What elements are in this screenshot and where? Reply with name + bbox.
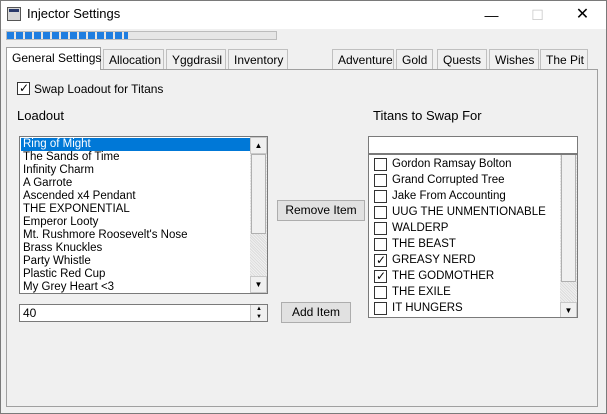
swap-loadout-label: Swap Loadout for Titans: [34, 81, 164, 96]
tab-yggdrasil[interactable]: Yggdrasil: [166, 49, 226, 69]
titan-checkbox[interactable]: [374, 301, 387, 315]
titan-name: THE BEAST: [392, 238, 456, 250]
titans-scroll-down-icon[interactable]: ▼: [560, 302, 577, 317]
loadout-list-item[interactable]: The Sands of Time: [21, 151, 250, 164]
titan-checkbox[interactable]: [374, 205, 387, 219]
close-button[interactable]: ✕: [560, 1, 605, 29]
loadout-list-item[interactable]: Ascended x4 Pendant: [21, 190, 250, 203]
scroll-down-icon[interactable]: ▼: [250, 276, 267, 293]
item-id-input[interactable]: 40 ▲ ▼: [19, 304, 268, 322]
add-item-button[interactable]: Add Item: [281, 302, 351, 323]
loadout-listbox[interactable]: Ring of Might The Sands of Time Infinity C…: [19, 136, 268, 294]
swap-loadout-row[interactable]: Swap Loadout for Titans: [17, 80, 164, 96]
loadout-list-item[interactable]: THE EXPONENTIAL: [21, 203, 250, 216]
titan-list-item[interactable]: GREASY NERD: [370, 252, 560, 268]
titan-list-item[interactable]: THE GODMOTHER: [370, 268, 560, 284]
titan-list-item[interactable]: Grand Corrupted Tree: [370, 172, 560, 188]
titan-checkbox[interactable]: [374, 285, 387, 299]
titans-label: Titans to Swap For: [373, 108, 482, 123]
titan-name: THE GODMOTHER: [392, 270, 495, 282]
titan-list-item[interactable]: Gordon Ramsay Bolton: [370, 156, 560, 172]
item-id-spinner[interactable]: ▲ ▼: [250, 305, 267, 321]
remove-item-button[interactable]: Remove Item: [277, 200, 365, 221]
minimize-button[interactable]: —: [469, 1, 514, 29]
injector-settings-window: Injector Settings — ☐ ✕ General Settings…: [0, 0, 607, 414]
maximize-button[interactable]: ☐: [515, 1, 560, 29]
loadout-label: Loadout: [17, 108, 64, 123]
scroll-up-icon[interactable]: ▲: [250, 137, 267, 154]
titan-list-item[interactable]: IT HUNGERS: [370, 300, 560, 316]
titan-list-item[interactable]: ROCK LOBSTER: [370, 316, 560, 319]
titan-list-item[interactable]: WALDERP: [370, 220, 560, 236]
titan-checkbox[interactable]: [374, 268, 387, 284]
general-settings-panel: Swap Loadout for Titans Loadout Titans t…: [6, 69, 598, 407]
titan-checkbox[interactable]: [374, 157, 387, 171]
loadout-list-item[interactable]: Emperor Looty: [21, 216, 250, 229]
loadout-list-item[interactable]: Plastic Red Cup: [21, 268, 250, 281]
loadout-list-item[interactable]: Brass Knuckles: [21, 242, 250, 255]
app-icon: [7, 7, 21, 21]
titan-checkbox[interactable]: [374, 173, 387, 187]
titans-list-header: [368, 136, 578, 154]
tab-wishes[interactable]: Wishes: [489, 49, 539, 69]
titan-name: THE EXILE: [392, 286, 451, 298]
titan-name: WALDERP: [392, 222, 449, 234]
title-bar[interactable]: Injector Settings — ☐ ✕: [1, 1, 606, 29]
spin-down-icon[interactable]: ▼: [251, 313, 267, 321]
tab-quests[interactable]: Quests: [437, 49, 487, 69]
tab-allocation[interactable]: Allocation: [103, 49, 164, 69]
tab-general-settings[interactable]: General Settings: [6, 47, 101, 70]
loadout-list-item[interactable]: Party Whistle: [21, 255, 250, 268]
titan-checkbox[interactable]: [374, 221, 387, 235]
titan-name: Jake From Accounting: [392, 190, 506, 202]
loadout-scroll-thumb[interactable]: [251, 154, 266, 234]
tab-inventory[interactable]: Inventory: [228, 49, 288, 69]
loadout-list-item[interactable]: Infinity Charm: [21, 164, 250, 177]
titan-name: Gordon Ramsay Bolton: [392, 158, 512, 170]
loadout-list-item[interactable]: A Garrote: [21, 177, 250, 190]
spin-up-icon[interactable]: ▲: [251, 305, 267, 313]
titan-checkbox[interactable]: [374, 237, 387, 251]
titan-list-item[interactable]: THE EXILE: [370, 284, 560, 300]
titan-checkbox[interactable]: [374, 252, 387, 268]
titan-list-item[interactable]: UUG THE UNMENTIONABLE: [370, 204, 560, 220]
tab-the-pit[interactable]: The Pit: [540, 49, 588, 69]
progress-bar: [6, 31, 277, 40]
loadout-scrollbar[interactable]: ▲ ▼: [250, 137, 267, 293]
titan-name: Grand Corrupted Tree: [392, 174, 505, 186]
loadout-list-item[interactable]: Ring of Might: [21, 138, 250, 151]
loadout-list-item[interactable]: My Grey Heart <3: [21, 281, 250, 293]
titans-scrollbar[interactable]: ▲ ▼: [560, 155, 577, 317]
tab-gold[interactable]: Gold: [396, 49, 433, 69]
titans-checked-listbox[interactable]: Gordon Ramsay Bolton Grand Corrupted Tree…: [368, 154, 578, 318]
item-id-value: 40: [23, 306, 37, 320]
titan-list-item[interactable]: THE BEAST: [370, 236, 560, 252]
titan-name: UUG THE UNMENTIONABLE: [392, 206, 546, 218]
loadout-list-item[interactable]: Mt. Rushmore Roosevelt's Nose: [21, 229, 250, 242]
progress-bar-fill: [7, 32, 129, 39]
swap-loadout-checkbox[interactable]: [17, 80, 30, 96]
titan-checkbox[interactable]: [374, 318, 387, 319]
window-title: Injector Settings: [27, 6, 121, 21]
titans-scroll-thumb[interactable]: [561, 155, 576, 282]
titan-name: GREASY NERD: [392, 254, 476, 266]
tab-adventure[interactable]: Adventure: [332, 49, 394, 69]
titan-checkbox[interactable]: [374, 189, 387, 203]
titan-name: IT HUNGERS: [392, 302, 463, 314]
titan-list-item[interactable]: Jake From Accounting: [370, 188, 560, 204]
